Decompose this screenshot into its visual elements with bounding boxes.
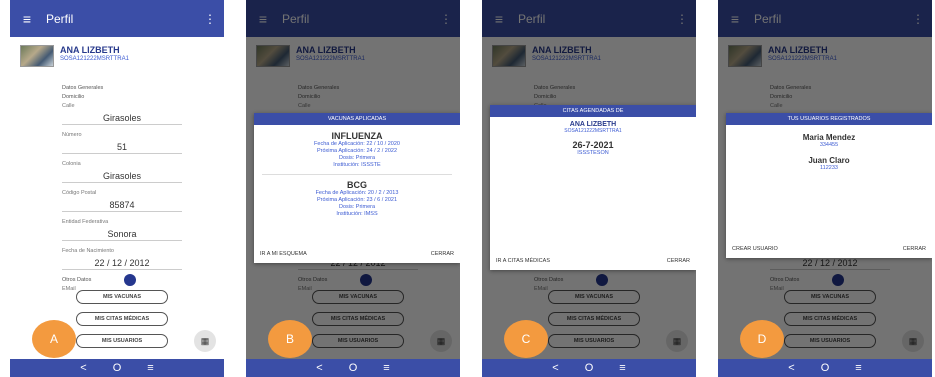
vaccine-applied: Fecha de Aplicación: 22 / 10 / 2020: [314, 141, 400, 147]
field-label: Código Postal: [62, 190, 97, 196]
appointment-name: ANA LIZBETH: [569, 121, 617, 128]
field-value[interactable]: 51: [62, 140, 182, 154]
citas-button[interactable]: MIS CITAS MÉDICAS: [76, 312, 168, 326]
kebab-menu-icon[interactable]: ⋮: [204, 12, 216, 26]
vaccine-next: Próxima Aplicación: 24 / 2 / 2022: [316, 148, 398, 154]
vaccine-applied: Fecha de Aplicación: 20 / 2 / 2013: [315, 190, 399, 196]
screen-label-badge: D: [740, 320, 784, 358]
qr-code-icon[interactable]: ▦: [194, 330, 216, 352]
close-button[interactable]: CERRAR: [903, 246, 926, 252]
appointment-date: 26-7-2021: [572, 140, 614, 150]
field-label: Entidad Federativa: [62, 219, 109, 225]
home-icon[interactable]: O: [821, 362, 830, 374]
vaccine-dose: Dosis: Primera: [338, 155, 376, 161]
back-icon[interactable]: <: [80, 362, 86, 374]
hamburger-menu-icon[interactable]: ≡: [16, 11, 38, 27]
user-name[interactable]: Maria Mendez: [726, 133, 932, 142]
field-label: Colonia: [62, 161, 81, 167]
vaccine-dose: Dosis: Primera: [338, 204, 376, 210]
screen-label-badge: C: [504, 320, 548, 358]
back-icon[interactable]: <: [788, 362, 794, 374]
system-nav-bar: < O ≡: [482, 359, 696, 377]
field-label: Número: [62, 132, 82, 138]
vaccine-name: BCG: [347, 180, 367, 190]
recents-icon[interactable]: ≡: [383, 362, 389, 374]
usuarios-button[interactable]: MIS USUARIOS: [76, 334, 168, 348]
home-icon[interactable]: O: [585, 362, 594, 374]
phone-screen-b: ≡ Perfil ⋮ ANA LIZBETH SOSA121222MSRTTRA…: [246, 0, 460, 377]
vaccine-institution: Institución: ISSSTE: [333, 162, 381, 168]
vaccine-name: INFLUENZA: [331, 131, 383, 141]
back-icon[interactable]: <: [552, 362, 558, 374]
field-label: Calle: [62, 103, 75, 109]
field-label: Datos Generales: [62, 85, 104, 91]
toggle-switch[interactable]: [124, 274, 136, 286]
profile-header: ANA LIZBETH SOSA121222MSRTTRA1: [10, 37, 224, 73]
system-nav-bar: < O ≡: [718, 359, 932, 377]
users-dialog: TUS USUARIOS REGISTRADOS Maria Mendez 33…: [726, 113, 932, 258]
appointment-place: ISSSTESON: [577, 150, 609, 156]
profile-form: Datos Generales Domicilio Calle Girasole…: [62, 84, 182, 294]
user-id: 112233: [820, 165, 838, 171]
divider: [262, 174, 452, 175]
citas-link[interactable]: IR A CITAS MÉDICAS: [496, 258, 550, 264]
profile-curp: SOSA121222MSRTTRA1: [60, 56, 129, 62]
profile-name: ANA LIZBETH: [60, 45, 120, 55]
home-icon[interactable]: O: [113, 362, 122, 374]
close-button[interactable]: CERRAR: [667, 258, 690, 264]
home-icon[interactable]: O: [349, 362, 358, 374]
recents-icon[interactable]: ≡: [855, 362, 861, 374]
user-name[interactable]: Juan Claro: [726, 156, 932, 165]
system-nav-bar: < O ≡: [246, 359, 460, 377]
vaccines-dialog: VACUNAS APLICADAS INFLUENZA Fecha de Apl…: [254, 113, 460, 263]
phone-screen-d: ≡ Perfil ⋮ ANA LIZBETH SOSA121222MSRTTRA…: [718, 0, 932, 377]
otros-datos-label: Otros Datos: [62, 277, 92, 283]
appointment-curp: SOSA121222MSRTTRA1: [564, 128, 622, 134]
screen-label-badge: B: [268, 320, 312, 358]
user-id: 334455: [819, 142, 839, 148]
dialog-title: CITAS AGENDADAS DE: [490, 105, 696, 117]
dialog-title: VACUNAS APLICADAS: [254, 113, 460, 125]
screen-label-badge: A: [32, 320, 76, 358]
field-value[interactable]: 22 / 12 / 2012: [62, 256, 182, 270]
recents-icon[interactable]: ≡: [619, 362, 625, 374]
vacunas-button[interactable]: MIS VACUNAS: [76, 290, 168, 304]
app-title: Perfil: [46, 11, 74, 26]
field-value[interactable]: Sonora: [62, 227, 182, 241]
dialog-title: TUS USUARIOS REGISTRADOS: [726, 113, 932, 125]
vaccine-next: Próxima Aplicación: 23 / 6 / 2021: [316, 197, 398, 203]
field-value[interactable]: Girasoles: [62, 169, 182, 183]
field-label: Domicilio: [62, 94, 85, 100]
field-value[interactable]: 85874: [62, 198, 182, 212]
app-bar: ≡ Perfil ⋮: [10, 0, 224, 37]
avatar: [20, 45, 54, 67]
vaccine-institution: Institución: IMSS: [336, 211, 378, 217]
back-icon[interactable]: <: [316, 362, 322, 374]
phone-screen-a: ≡ Perfil ⋮ ANA LIZBETH SOSA121222MSRTTRA…: [10, 0, 224, 377]
esquema-link[interactable]: IR A MI ESQUEMA: [260, 251, 307, 257]
phone-screen-c: ≡ Perfil ⋮ ANA LIZBETH SOSA121222MSRTTRA…: [482, 0, 696, 377]
close-button[interactable]: CERRAR: [431, 251, 454, 257]
field-label: Fecha de Nacimiento: [62, 248, 114, 254]
field-value[interactable]: Girasoles: [62, 111, 182, 125]
system-nav-bar: < O ≡: [10, 359, 224, 377]
recents-icon[interactable]: ≡: [147, 362, 153, 374]
screens-container: ≡ Perfil ⋮ ANA LIZBETH SOSA121222MSRTTRA…: [0, 0, 935, 377]
create-user-button[interactable]: CREAR USUARIO: [732, 246, 778, 252]
appointments-dialog: CITAS AGENDADAS DE ANA LIZBETH SOSA12122…: [490, 105, 696, 270]
